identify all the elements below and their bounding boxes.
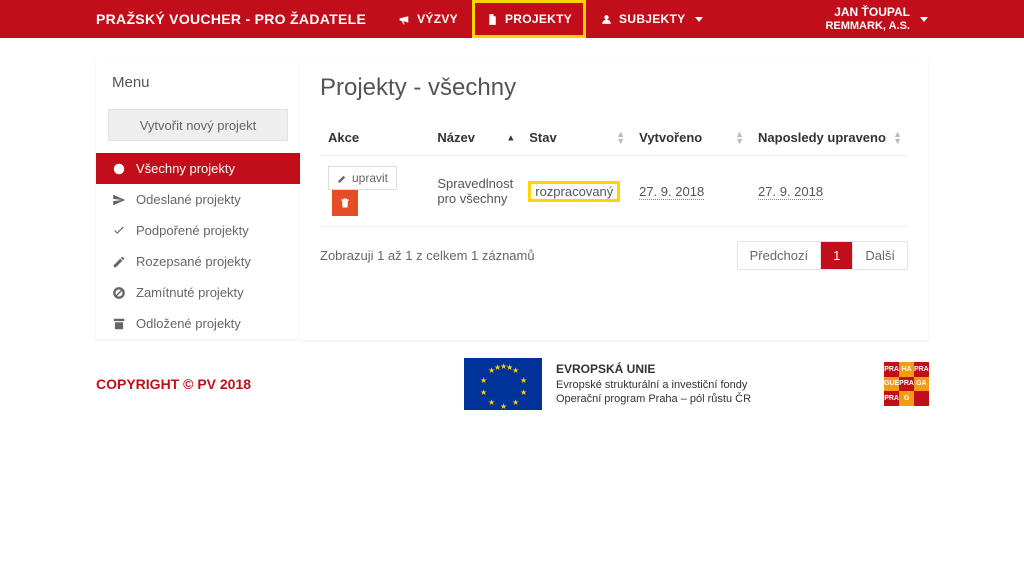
- sidebar-item-deferred[interactable]: Odložené projekty: [96, 308, 300, 339]
- content: Projekty - všechny Akce Název ▲ Stav ▲▼ …: [300, 60, 928, 340]
- user-org: REMMARK, A.S.: [825, 20, 910, 32]
- delete-button[interactable]: [332, 190, 358, 216]
- sidebar-item-label: Odložené projekty: [136, 316, 241, 331]
- eu-line2: Operační program Praha – pól růstu ČR: [556, 393, 751, 405]
- file-icon: [486, 13, 499, 26]
- nav-label: SUBJEKTY: [619, 12, 685, 26]
- pager-page-1[interactable]: 1: [820, 242, 852, 269]
- sidebar-title: Menu: [96, 60, 300, 109]
- nav-vyzvy[interactable]: VÝZVY: [384, 0, 472, 38]
- sidebar-item-draft[interactable]: Rozepsané projekty: [96, 246, 300, 277]
- sort-icon: ▲: [506, 134, 515, 141]
- pager-info: Zobrazuji 1 až 1 z celkem 1 záznamů: [320, 248, 535, 263]
- primary-nav: VÝZVY PROJEKTY SUBJEKTY: [384, 0, 717, 38]
- prague-logo-icon: PRAHAPRA GUEPRAGA PRAG: [884, 362, 928, 406]
- cell-name: Spravedlnost pro všechny: [429, 156, 521, 227]
- pager-next[interactable]: Další: [852, 242, 907, 269]
- col-name[interactable]: Název ▲: [429, 120, 521, 156]
- status-badge: rozpracovaný: [529, 182, 619, 201]
- sidebar-item-label: Všechny projekty: [136, 161, 235, 176]
- pencil-icon: [112, 255, 126, 269]
- trash-icon: [339, 197, 351, 209]
- dashboard-icon: [112, 162, 126, 176]
- eu-flag-icon: ★ ★ ★ ★ ★ ★ ★ ★ ★ ★ ★ ★: [464, 358, 542, 410]
- sort-icon: ▲▼: [735, 131, 744, 145]
- table-footer: Zobrazuji 1 až 1 z celkem 1 záznamů Před…: [320, 241, 908, 270]
- nav-projekty[interactable]: PROJEKTY: [472, 0, 586, 38]
- cell-created[interactable]: 27. 9. 2018: [639, 184, 704, 200]
- megaphone-icon: [398, 13, 411, 26]
- user-name: JAN ŤOUPAL: [825, 6, 910, 19]
- sidebar-item-all[interactable]: Všechny projekty: [96, 153, 300, 184]
- chevron-down-icon: [920, 17, 928, 22]
- sidebar-item-label: Rozepsané projekty: [136, 254, 251, 269]
- eu-line1: Evropské strukturální a investiční fondy: [556, 379, 747, 391]
- sidebar: Menu Vytvořit nový projekt Všechny proje…: [96, 60, 300, 339]
- nav-label: PROJEKTY: [505, 12, 572, 26]
- copyright: COPYRIGHT © PV 2018: [96, 376, 251, 392]
- col-created[interactable]: Vytvořeno ▲▼: [631, 120, 750, 156]
- create-project-button[interactable]: Vytvořit nový projekt: [108, 109, 288, 141]
- eu-title: EVROPSKÁ UNIE: [556, 362, 655, 376]
- nav-label: VÝZVY: [417, 12, 458, 26]
- pager: Předchozí 1 Další: [737, 241, 908, 270]
- col-status[interactable]: Stav ▲▼: [521, 120, 631, 156]
- archive-icon: [112, 317, 126, 331]
- send-icon: [112, 193, 126, 207]
- users-icon: [600, 13, 613, 26]
- sidebar-item-label: Podpořené projekty: [136, 223, 249, 238]
- chevron-down-icon: [695, 17, 703, 22]
- pencil-icon: [337, 173, 348, 184]
- eu-text: EVROPSKÁ UNIE Evropské strukturální a in…: [556, 361, 751, 408]
- col-updated[interactable]: Naposledy upraveno ▲▼: [750, 120, 908, 156]
- sidebar-item-rejected[interactable]: Zamítnuté projekty: [96, 277, 300, 308]
- check-icon: [112, 224, 126, 238]
- table-row: upravit Spravedlnost pro všechny rozprac…: [320, 156, 908, 227]
- sidebar-item-sent[interactable]: Odeslané projekty: [96, 184, 300, 215]
- nav-subjekty[interactable]: SUBJEKTY: [586, 0, 717, 38]
- ban-icon: [112, 286, 126, 300]
- projects-table: Akce Název ▲ Stav ▲▼ Vytvořeno ▲▼ Napos: [320, 120, 908, 227]
- sort-icon: ▲▼: [616, 131, 625, 145]
- sidebar-item-label: Zamítnuté projekty: [136, 285, 244, 300]
- col-action: Akce: [320, 120, 429, 156]
- sort-icon: ▲▼: [893, 131, 902, 145]
- cell-updated[interactable]: 27. 9. 2018: [758, 184, 823, 200]
- page-title: Projekty - všechny: [320, 74, 908, 102]
- pager-prev[interactable]: Předchozí: [738, 242, 821, 269]
- topbar: PRAŽSKÝ VOUCHER - PRO ŽADATELE VÝZVY PRO…: [0, 0, 1024, 38]
- user-menu[interactable]: JAN ŤOUPAL REMMARK, A.S.: [825, 6, 1024, 31]
- app-brand: PRAŽSKÝ VOUCHER - PRO ŽADATELE: [96, 11, 366, 27]
- sidebar-item-label: Odeslané projekty: [136, 192, 241, 207]
- sidebar-item-supported[interactable]: Podpořené projekty: [96, 215, 300, 246]
- edit-button[interactable]: upravit: [328, 166, 397, 190]
- eu-block: ★ ★ ★ ★ ★ ★ ★ ★ ★ ★ ★ ★ EVROPSKÁ UNIE Ev…: [464, 358, 751, 410]
- footer: COPYRIGHT © PV 2018 ★ ★ ★ ★ ★ ★ ★ ★ ★ ★ …: [0, 340, 1024, 440]
